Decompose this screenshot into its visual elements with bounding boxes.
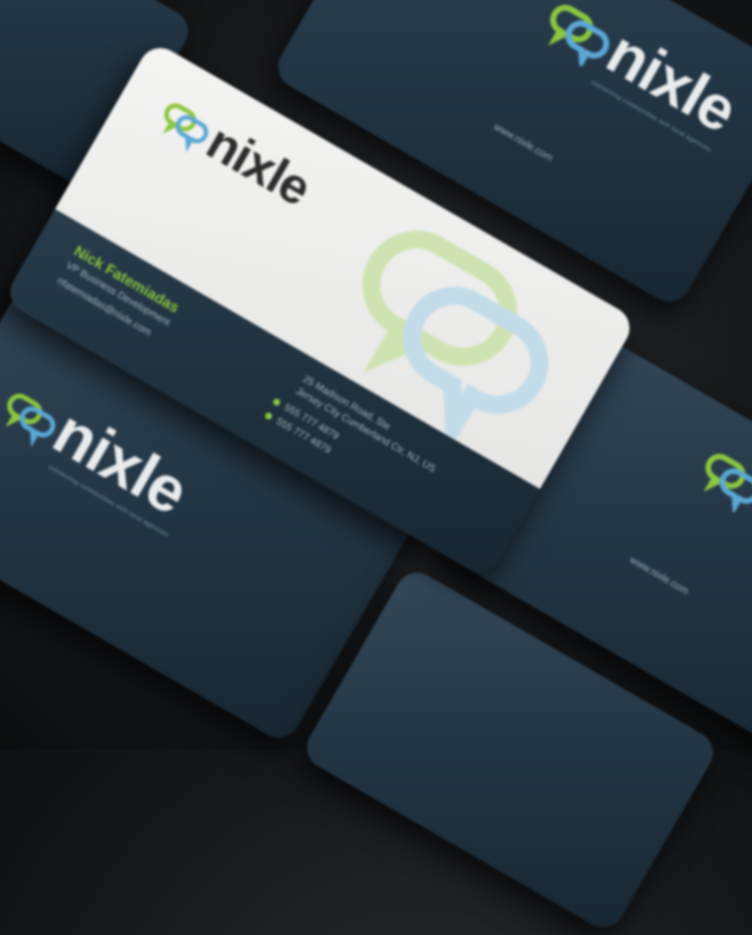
back-url: www.nixle.com (627, 554, 691, 598)
phone-bullet-icon (263, 411, 274, 421)
back-logo (685, 443, 752, 525)
phone-bullet-icon (271, 397, 282, 407)
large-speech-bubbles-watermark-icon (362, 230, 549, 457)
back-logo: nixle (529, 0, 748, 146)
front-logo-wordmark: nixle (197, 113, 320, 217)
business-card-mockup: nixle connecting communities with local … (0, 0, 752, 935)
speech-bubbles-icon (703, 453, 752, 516)
back-url: www.nixle.com (491, 121, 555, 165)
front-logo: nixle (147, 86, 320, 217)
